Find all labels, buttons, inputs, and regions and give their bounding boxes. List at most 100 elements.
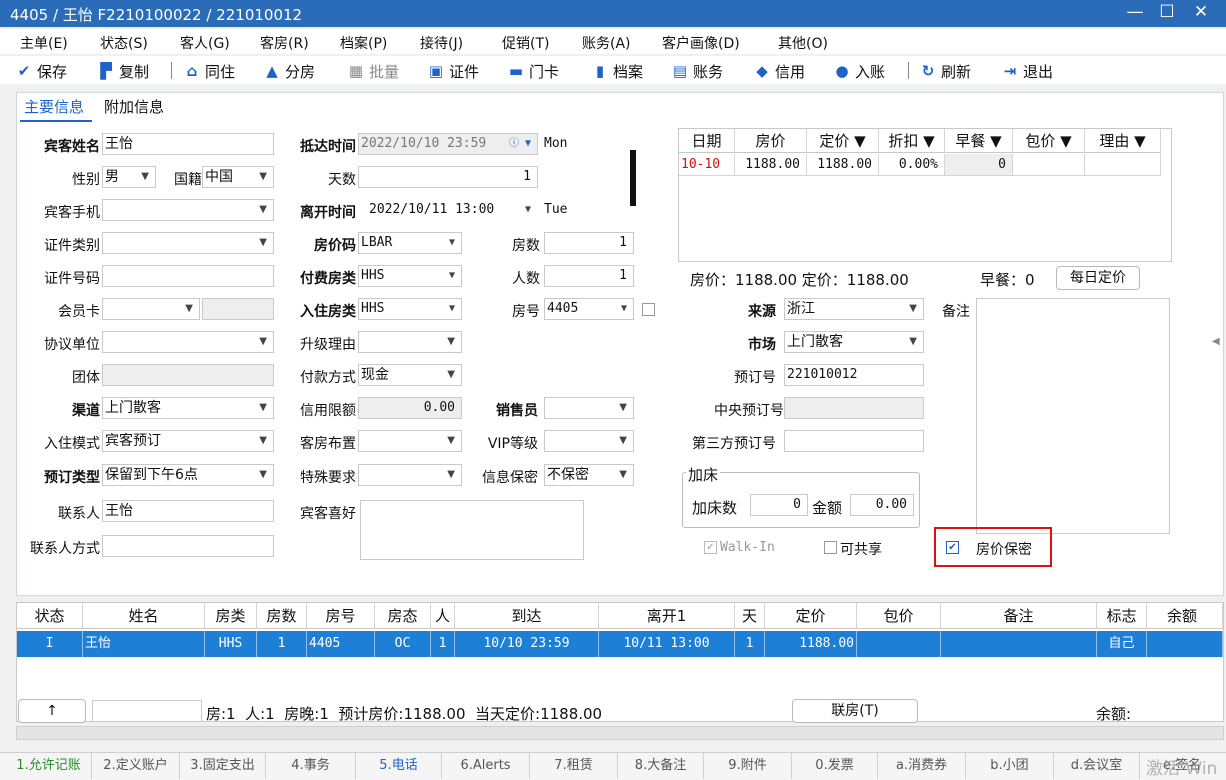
row-cell-name[interactable]: 王怡 <box>83 631 205 657</box>
nationality-select[interactable]: 中国 ▼ <box>202 166 274 188</box>
col-header-balance[interactable]: 余额 <box>1147 603 1223 629</box>
room-card-button[interactable]: ▬ 门卡 <box>508 60 559 82</box>
col-header-arrive[interactable]: 到达 <box>455 603 599 629</box>
footer-search-field[interactable] <box>92 700 202 722</box>
account-button[interactable]: ▤ 账务 <box>672 60 723 82</box>
status-tab-1[interactable]: 1.允许记账 <box>6 753 92 779</box>
prefs-textarea[interactable] <box>360 500 584 560</box>
scroll-up-button[interactable]: ↑ <box>18 699 86 723</box>
rate-cell-date[interactable]: 10-10 <box>679 154 735 176</box>
menu-status[interactable]: 状态(S) <box>100 33 148 53</box>
archive-button[interactable]: ▮ 档案 <box>592 60 643 82</box>
rate-header-discount[interactable]: 折扣 ▼ <box>879 129 945 153</box>
room-type-select[interactable]: HHS ▼ <box>358 298 462 320</box>
batch-button[interactable]: ▦ 批量 <box>348 60 399 82</box>
extra-bed-count-field[interactable]: 0 <box>750 494 808 516</box>
status-tab-9[interactable]: 9.附件 <box>704 753 792 779</box>
col-header-room-no[interactable]: 房号 <box>307 603 375 629</box>
minimize-button[interactable]: — <box>1120 2 1150 22</box>
row-cell-room-state[interactable]: OC <box>375 631 431 657</box>
status-tab-7[interactable]: 7.租赁 <box>530 753 618 779</box>
status-tab-5[interactable]: 5.电话 <box>356 753 442 779</box>
third-party-field[interactable] <box>784 430 924 452</box>
row-cell-arrive[interactable]: 10/10 23:59 <box>455 631 599 657</box>
menu-room[interactable]: 客房(R) <box>260 33 309 53</box>
room-no-select[interactable]: 4405 ▼ <box>544 298 634 320</box>
maximize-button[interactable]: ☐ <box>1152 2 1182 22</box>
layout-select[interactable]: ▼ <box>358 430 462 452</box>
days-field[interactable]: 1 <box>358 166 538 188</box>
resv-no-field[interactable]: 221010012 <box>784 364 924 386</box>
tab-main-info[interactable]: 主要信息 <box>24 96 84 117</box>
status-tab-4[interactable]: 4.事务 <box>266 753 356 779</box>
col-header-room-state[interactable]: 房态 <box>375 603 431 629</box>
col-header-name[interactable]: 姓名 <box>83 603 205 629</box>
copy-button[interactable]: ▛ 复制 <box>98 60 149 82</box>
gender-select[interactable]: 男 ▼ <box>102 166 156 188</box>
pay-method-select[interactable]: 现金 ▼ <box>358 364 462 386</box>
id-button[interactable]: ▣ 证件 <box>428 60 479 82</box>
row-cell-rooms[interactable]: 1 <box>257 631 307 657</box>
persons-field[interactable]: 1 <box>544 265 634 287</box>
company-select[interactable]: ▼ <box>102 331 274 353</box>
side-collapse-icon[interactable]: ◀ <box>1212 336 1220 347</box>
market-select[interactable]: 上门散客 ▼ <box>784 331 924 353</box>
cohabit-button[interactable]: ⌂ 同住 <box>184 60 235 82</box>
status-tab-a[interactable]: a.消费券 <box>878 753 966 779</box>
row-cell-persons[interactable]: 1 <box>431 631 455 657</box>
checkin-mode-select[interactable]: 宾客预订 ▼ <box>102 430 274 452</box>
booking-type-select[interactable]: 保留到下午6点 ▼ <box>102 464 274 486</box>
row-cell-depart[interactable]: 10/11 13:00 <box>599 631 735 657</box>
row-cell-room-no[interactable]: 4405 <box>307 631 375 657</box>
row-cell-days[interactable]: 1 <box>735 631 765 657</box>
post-button[interactable]: ● 入账 <box>834 60 885 82</box>
depart-field[interactable]: 2022/10/11 13:00 ▼ <box>358 199 538 221</box>
refresh-button[interactable]: ↻ 刷新 <box>920 60 971 82</box>
exit-button[interactable]: ⇥ 退出 <box>1002 60 1053 82</box>
status-tab-6[interactable]: 6.Alerts <box>442 753 530 779</box>
menu-profile[interactable]: 档案(P) <box>340 33 387 53</box>
daily-rate-button[interactable]: 每日定价 <box>1056 266 1140 290</box>
guest-name-field[interactable]: 王怡 <box>102 133 274 155</box>
amount-field[interactable]: 0.00 <box>850 494 914 516</box>
row-cell-list[interactable]: 1188.00 <box>765 631 857 657</box>
col-header-rooms[interactable]: 房数 <box>257 603 307 629</box>
horizontal-scrollbar[interactable] <box>16 726 1224 740</box>
arrive-field[interactable]: 2022/10/10 23:59 ⓘ ▼ <box>358 133 538 155</box>
rate-header-reason[interactable]: 理由 ▼ <box>1085 129 1161 153</box>
status-tab-8[interactable]: 8.大备注 <box>618 753 704 779</box>
rate-header-breakfast[interactable]: 早餐 ▼ <box>945 129 1013 153</box>
rooms-field[interactable]: 1 <box>544 232 634 254</box>
status-tab-b[interactable]: b.小团 <box>966 753 1054 779</box>
vip-select[interactable]: ▼ <box>544 430 634 452</box>
pay-type-select[interactable]: HHS ▼ <box>358 265 462 287</box>
rate-cell-package[interactable] <box>1013 154 1085 176</box>
close-button[interactable]: ✕ <box>1186 2 1216 22</box>
channel-select[interactable]: 上门散客 ▼ <box>102 397 274 419</box>
col-header-list[interactable]: 定价 <box>765 603 857 629</box>
menu-other[interactable]: 其他(O) <box>778 33 828 53</box>
id-type-select[interactable]: ▼ <box>102 232 274 254</box>
rate-cell-price[interactable]: 1188.00 <box>735 154 807 176</box>
row-cell-note[interactable] <box>941 631 1097 657</box>
source-select[interactable]: 浙江 ▼ <box>784 298 924 320</box>
row-cell-room-type[interactable]: HHS <box>205 631 257 657</box>
status-tab-d[interactable]: d.会议室 <box>1054 753 1140 779</box>
menu-promo[interactable]: 促销(T) <box>502 33 549 53</box>
rate-header-price[interactable]: 房价 <box>735 129 807 153</box>
rate-cell-discount[interactable]: 0.00% <box>879 154 945 176</box>
col-header-depart[interactable]: 离开1 <box>599 603 735 629</box>
rate-cell-breakfast[interactable]: 0 <box>945 154 1013 176</box>
col-header-package[interactable]: 包价 <box>857 603 941 629</box>
note-textarea[interactable] <box>976 298 1170 534</box>
col-header-persons[interactable]: 人 <box>431 603 455 629</box>
row-cell-flag[interactable]: 自己 <box>1097 631 1147 657</box>
col-header-note[interactable]: 备注 <box>941 603 1097 629</box>
status-tab-2[interactable]: 2.定义账户 <box>92 753 180 779</box>
col-header-room-type[interactable]: 房类 <box>205 603 257 629</box>
rate-code-select[interactable]: LBAR ▼ <box>358 232 462 254</box>
menu-guest[interactable]: 客人(G) <box>180 33 230 53</box>
link-room-button[interactable]: 联房(T) <box>792 699 918 723</box>
col-header-flag[interactable]: 标志 <box>1097 603 1147 629</box>
rate-header-package[interactable]: 包价 ▼ <box>1013 129 1085 153</box>
